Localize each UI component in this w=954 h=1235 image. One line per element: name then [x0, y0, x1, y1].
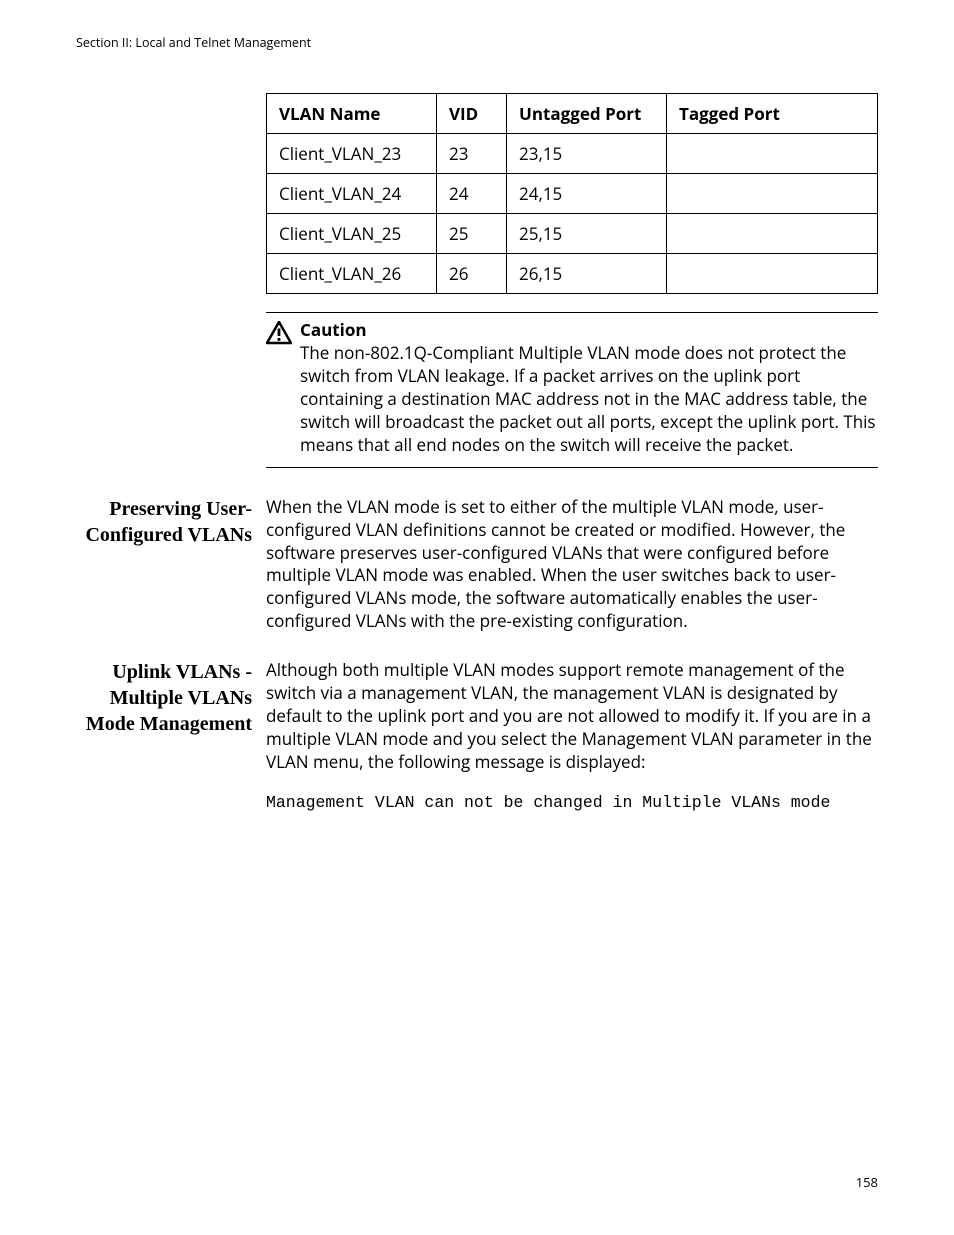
cell-vlan-name: Client_VLAN_25: [267, 214, 437, 254]
caution-label: Caution: [300, 318, 367, 341]
cell-vlan-name: Client_VLAN_26: [267, 254, 437, 294]
cell-untagged: 23,15: [507, 134, 667, 174]
section-body-uplink: Although both multiple VLAN modes suppor…: [266, 659, 878, 774]
page-number: 158: [856, 1173, 878, 1191]
cell-untagged: 26,15: [507, 254, 667, 294]
cell-vid: 26: [437, 254, 507, 294]
caution-icon: [266, 319, 300, 345]
cell-vlan-name: Client_VLAN_24: [267, 174, 437, 214]
table-row: Client_VLAN_25 25 25,15: [267, 214, 878, 254]
running-header: Section II: Local and Telnet Management: [76, 34, 878, 51]
caution-block: Caution The non-802.1Q-Compliant Multipl…: [266, 312, 878, 468]
cell-tagged: [667, 174, 878, 214]
cell-tagged: [667, 214, 878, 254]
cell-untagged: 24,15: [507, 174, 667, 214]
table-header-row: VLAN Name VID Untagged Port Tagged Port: [267, 94, 878, 134]
cell-tagged: [667, 254, 878, 294]
cell-vid: 25: [437, 214, 507, 254]
table-row: Client_VLAN_26 26 26,15: [267, 254, 878, 294]
vlan-table: VLAN Name VID Untagged Port Tagged Port …: [266, 93, 878, 294]
cell-vid: 24: [437, 174, 507, 214]
table-row: Client_VLAN_24 24 24,15: [267, 174, 878, 214]
th-tagged-port: Tagged Port: [667, 94, 878, 134]
th-untagged-port: Untagged Port: [507, 94, 667, 134]
table-row: Client_VLAN_23 23 23,15: [267, 134, 878, 174]
caution-body: The non-802.1Q-Compliant Multiple VLAN m…: [300, 341, 876, 456]
section-heading-preserving: Preserving User-Configured VLANs: [76, 496, 266, 548]
cell-vid: 23: [437, 134, 507, 174]
section-body-preserving: When the VLAN mode is set to either of t…: [266, 496, 878, 634]
cell-vlan-name: Client_VLAN_23: [267, 134, 437, 174]
code-message: Management VLAN can not be changed in Mu…: [266, 792, 878, 814]
th-vid: VID: [437, 94, 507, 134]
th-vlan-name: VLAN Name: [267, 94, 437, 134]
cell-untagged: 25,15: [507, 214, 667, 254]
cell-tagged: [667, 134, 878, 174]
section-heading-uplink: Uplink VLANs - Multiple VLANs Mode Manag…: [76, 659, 266, 737]
